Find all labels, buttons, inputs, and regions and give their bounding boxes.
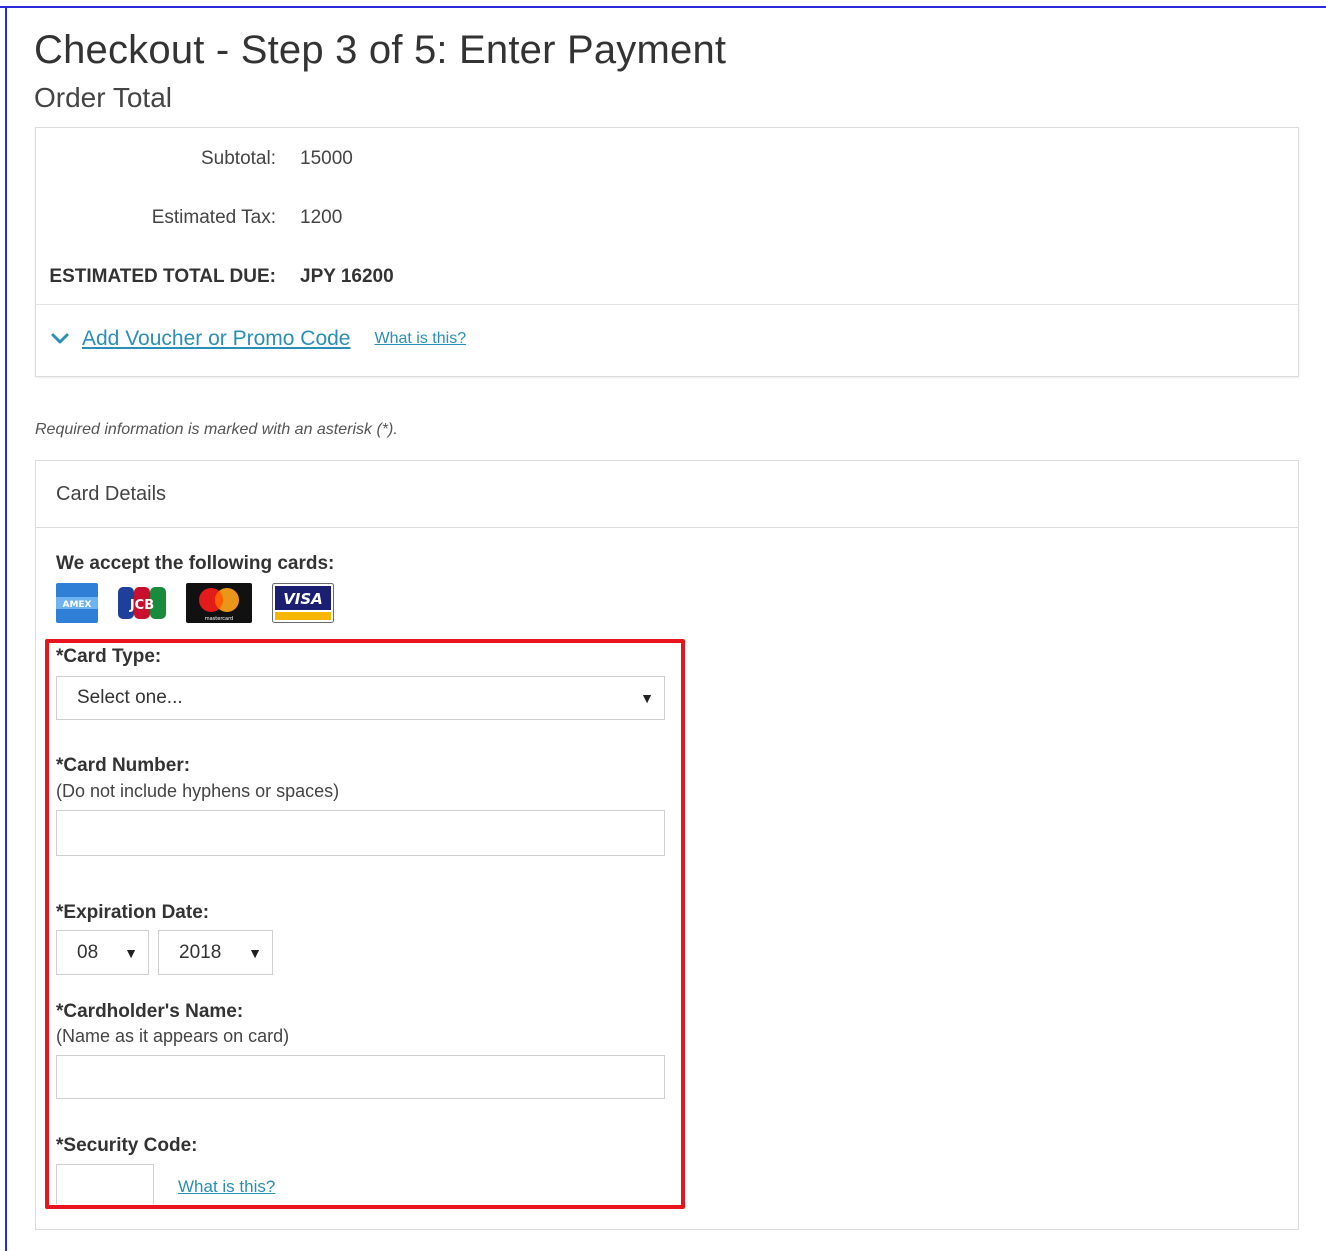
window-frame-top <box>0 6 1326 8</box>
chevron-down-icon[interactable] <box>50 329 70 349</box>
security-code-label: *Security Code: <box>56 1135 198 1156</box>
subtotal-label: Subtotal: <box>201 148 276 169</box>
subtotal-value: 15000 <box>300 148 353 169</box>
cardholder-name-input[interactable] <box>56 1055 665 1099</box>
cardholder-name-hint: (Name as it appears on card) <box>56 1026 290 1046</box>
tax-row: Estimated Tax: 1200 <box>36 207 1298 237</box>
subtotal-row: Subtotal: 15000 <box>36 148 1298 178</box>
svg-text:VISA: VISA <box>283 590 323 608</box>
security-code-help-link[interactable]: What is this? <box>178 1177 275 1197</box>
amex-logo: AMEX <box>56 583 98 623</box>
triangle-down-icon: ▼ <box>640 690 654 706</box>
triangle-down-icon: ▼ <box>248 944 262 961</box>
security-code-input[interactable] <box>56 1164 154 1204</box>
card-number-hint: (Do not include hyphens or spaces) <box>56 781 340 801</box>
mastercard-logo: mastercard <box>186 583 252 623</box>
cardholder-name-label: *Cardholder's Name: <box>56 1001 244 1022</box>
expiration-month-select[interactable]: 08 ▼ <box>56 930 149 975</box>
promo-row: Add Voucher or Promo Code What is this? <box>50 324 466 354</box>
page-title: Checkout - Step 3 of 5: Enter Payment <box>34 28 727 72</box>
total-value: JPY 16200 <box>300 266 394 287</box>
svg-text:mastercard: mastercard <box>205 616 233 622</box>
expiration-year-value: 2018 <box>179 941 222 963</box>
order-total-panel: Subtotal: 15000 Estimated Tax: 1200 ESTI… <box>35 127 1299 377</box>
order-divider <box>36 304 1298 305</box>
card-type-select[interactable]: Select one... ▼ <box>56 676 665 720</box>
triangle-down-icon: ▼ <box>124 944 138 961</box>
window-frame-left <box>5 6 7 1251</box>
card-number-input[interactable] <box>56 810 665 856</box>
add-promo-code-link[interactable]: Add Voucher or Promo Code <box>82 327 351 351</box>
card-type-selected: Select one... <box>77 687 183 708</box>
order-total-heading: Order Total <box>34 82 172 113</box>
visa-logo: VISA <box>272 583 334 623</box>
expiration-year-select[interactable]: 2018 ▼ <box>158 930 273 975</box>
accepted-cards-label: We accept the following cards: <box>56 553 335 574</box>
card-details-title: Card Details <box>56 483 167 505</box>
svg-text:JCB: JCB <box>129 598 154 613</box>
expiration-date-label: *Expiration Date: <box>56 902 210 923</box>
svg-text:AMEX: AMEX <box>62 600 91 610</box>
tax-value: 1200 <box>300 207 343 228</box>
card-details-header: Card Details <box>36 461 1298 528</box>
expiration-month-value: 08 <box>77 941 99 963</box>
payment-fields-highlight <box>45 639 685 1209</box>
total-label: ESTIMATED TOTAL DUE: <box>49 266 276 287</box>
card-type-label: *Card Type: <box>56 646 162 667</box>
tax-label: Estimated Tax: <box>151 207 276 228</box>
required-info-note: Required information is marked with an a… <box>35 421 398 438</box>
total-row: ESTIMATED TOTAL DUE: JPY 16200 <box>36 266 1298 296</box>
jcb-logo: JCB <box>118 587 166 619</box>
promo-help-link[interactable]: What is this? <box>375 330 467 348</box>
card-number-label: *Card Number: <box>56 755 191 776</box>
